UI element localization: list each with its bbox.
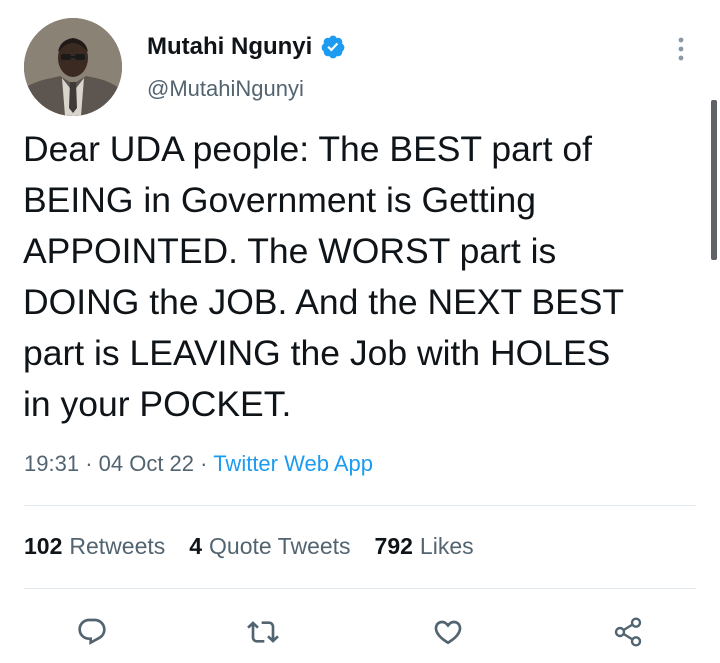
tweet-text-line: APPOINTED. The WORST part is (23, 231, 557, 271)
heart-icon (434, 620, 462, 645)
tweet-text-line: DOING the JOB. And the NEXT BEST (23, 282, 625, 322)
reply-button[interactable] (72, 612, 112, 652)
tweet-text-line: Dear UDA people: The BEST part of (23, 129, 592, 169)
tweet-source[interactable]: Twitter Web App (213, 451, 373, 476)
share-button[interactable] (608, 612, 648, 652)
quote-tweets-count: 4 (189, 533, 203, 559)
like-button[interactable] (428, 612, 468, 652)
tweet-text-line: in your POCKET. (23, 384, 292, 424)
tweet-text-line: BEING in Government is Getting (23, 180, 536, 220)
tweet-time[interactable]: 19:31 (24, 451, 79, 476)
tweet-actions (0, 612, 720, 658)
more-vertical-icon[interactable] (670, 34, 692, 64)
retweet-icon (247, 621, 279, 643)
share-icon (614, 617, 642, 647)
retweets-count: 102 (24, 533, 63, 559)
tweet-date[interactable]: 04 Oct 22 (99, 451, 194, 476)
avatar[interactable] (24, 18, 122, 116)
tweet-stats: 102 Retweets 4 Quote Tweets 792 Likes (24, 533, 474, 560)
tweet-meta: 19:31 · 04 Oct 22 · Twitter Web App (24, 451, 373, 477)
retweets-label: Retweets (69, 533, 166, 559)
tweet-text: Dear UDA people: The BEST part of BEING … (23, 124, 703, 430)
verified-badge-icon (321, 35, 345, 59)
author-name-row[interactable]: Mutahi Ngunyi (147, 33, 346, 61)
divider (24, 505, 696, 506)
retweet-button[interactable] (243, 612, 283, 652)
meta-separator: · (200, 451, 208, 476)
author-handle[interactable]: @MutahiNgunyi (147, 76, 304, 102)
quote-tweets-stat[interactable]: 4 Quote Tweets (189, 533, 350, 560)
quote-tweets-label: Quote Tweets (209, 533, 351, 559)
meta-separator: · (85, 451, 93, 476)
display-name[interactable]: Mutahi Ngunyi (147, 33, 312, 61)
tweet-text-line: part is LEAVING the Job with HOLES (23, 333, 611, 373)
scrollbar[interactable] (711, 100, 717, 260)
avatar-image (24, 18, 122, 116)
likes-stat[interactable]: 792 Likes (375, 533, 474, 560)
likes-count: 792 (374, 533, 413, 559)
likes-label: Likes (419, 533, 474, 559)
reply-icon (78, 618, 106, 645)
divider (24, 588, 696, 589)
retweets-stat[interactable]: 102 Retweets (24, 533, 165, 560)
